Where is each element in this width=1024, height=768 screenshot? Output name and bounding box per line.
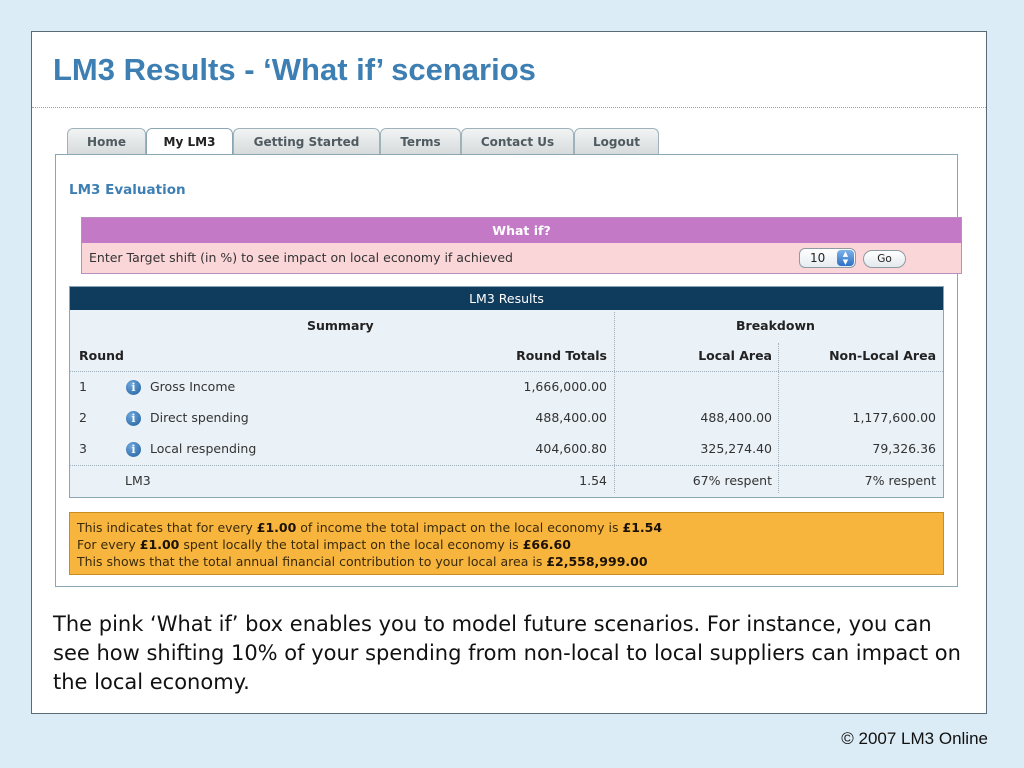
section-heading: LM3 Evaluation — [69, 182, 186, 198]
row-non-local-area: 79,326.36 — [872, 441, 936, 456]
note-line-local-spend: For every £1.00 spent locally the total … — [77, 537, 571, 552]
info-icon[interactable]: i — [126, 411, 141, 426]
lm3-non-local-respent: 7% respent — [864, 473, 936, 488]
row-round-number: 1 — [79, 379, 87, 394]
column-header-round-totals: Round Totals — [516, 348, 607, 363]
chevron-up-down-icon: ▲ ▼ — [837, 250, 854, 266]
row-round-total: 488,400.00 — [535, 410, 607, 425]
column-header-round: Round — [79, 348, 124, 363]
what-if-box: What if? Enter Target shift (in %) to se… — [81, 217, 962, 274]
tab-home[interactable]: Home — [67, 128, 146, 154]
slide-caption: The pink ‘What if’ box enables you to mo… — [53, 612, 961, 694]
row-local-area: 325,274.40 — [700, 441, 772, 456]
row-round-number: 3 — [79, 441, 87, 456]
tab-getting-started[interactable]: Getting Started — [233, 128, 380, 154]
slide-title: LM3 Results - ‘What if’ scenarios — [53, 52, 536, 87]
what-if-prompt: Enter Target shift (in %) to see impact … — [89, 250, 513, 265]
row-label: Direct spending — [150, 410, 249, 425]
tab-my-lm3[interactable]: My LM3 — [146, 128, 233, 156]
totals-divider — [70, 465, 943, 466]
row-local-area: 488,400.00 — [700, 410, 772, 425]
row-round-total: 404,600.80 — [535, 441, 607, 456]
slide: LM3 Results - ‘What if’ scenarios Home M… — [31, 31, 987, 714]
target-shift-select[interactable]: 10 ▲ ▼ — [799, 248, 856, 268]
go-button[interactable]: Go — [863, 250, 906, 268]
row-label: Gross Income — [150, 379, 236, 394]
summary-group-header: Summary — [307, 318, 374, 333]
impact-summary-note: This indicates that for every £1.00 of i… — [69, 512, 944, 575]
lm3-score: 1.54 — [579, 473, 607, 488]
title-divider — [32, 107, 986, 108]
lm3-local-respent: 67% respent — [692, 473, 772, 488]
row-label: Local respending — [150, 441, 257, 456]
column-divider — [778, 343, 779, 493]
info-icon[interactable]: i — [126, 442, 141, 457]
header-divider — [70, 371, 943, 372]
content-panel: LM3 Evaluation What if? Enter Target shi… — [55, 154, 962, 587]
tab-contact-us[interactable]: Contact Us — [461, 128, 574, 154]
lm3-label: LM3 — [125, 473, 151, 488]
info-icon[interactable]: i — [126, 380, 141, 395]
results-table: LM3 Results Summary Breakdown Round Roun… — [69, 286, 944, 498]
row-round-number: 2 — [79, 410, 87, 425]
what-if-title: What if? — [82, 218, 961, 243]
tab-terms[interactable]: Terms — [380, 128, 461, 154]
target-shift-value: 10 — [810, 251, 826, 265]
results-title: LM3 Results — [70, 287, 943, 310]
breakdown-group-header: Breakdown — [736, 318, 815, 333]
row-non-local-area: 1,177,600.00 — [852, 410, 937, 425]
copyright-notice: © 2007 LM3 Online — [841, 729, 988, 748]
column-header-local-area: Local Area — [698, 348, 772, 363]
note-line-income: This indicates that for every £1.00 of i… — [77, 520, 663, 535]
row-round-total: 1,666,000.00 — [523, 379, 608, 394]
note-line-total-contribution: This shows that the total annual financi… — [77, 554, 648, 569]
column-header-non-local-area: Non-Local Area — [829, 348, 936, 363]
tab-logout[interactable]: Logout — [574, 128, 659, 154]
